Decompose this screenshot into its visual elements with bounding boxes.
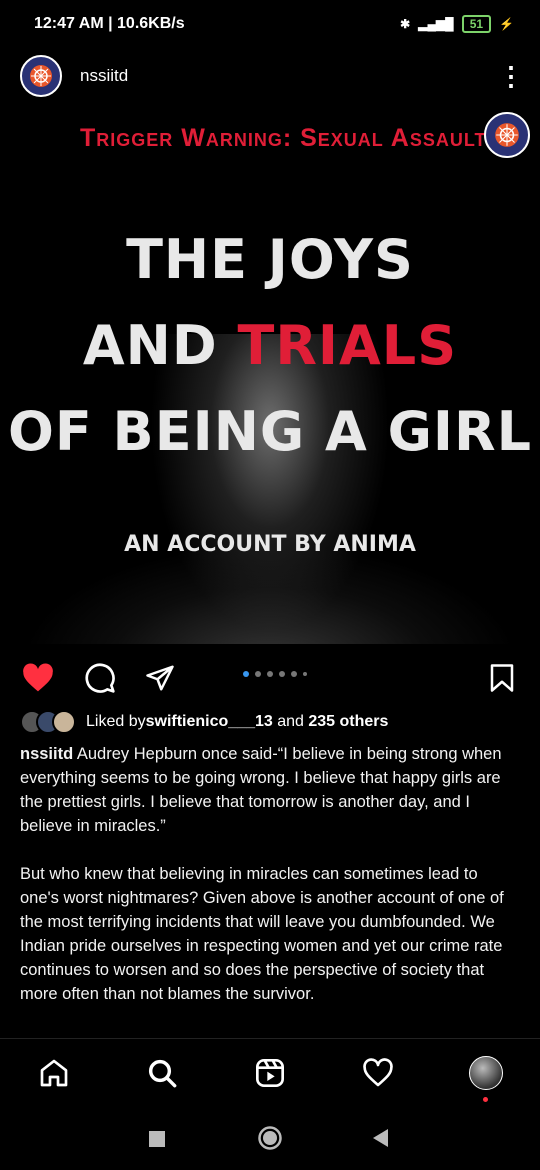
status-bar: 12:47 AM | 10.6KB/s ✱ ▂▄▆█ 51 ⚡	[0, 0, 540, 48]
more-options-icon[interactable]: ⋮	[498, 63, 524, 89]
caption-paragraph: nssiitd Audrey Hepburn once said-“I beli…	[20, 742, 520, 838]
profile-avatar	[469, 1056, 503, 1090]
likes-user[interactable]: swiftienico___13	[146, 713, 273, 731]
recents-icon[interactable]	[148, 1130, 166, 1153]
liker-avatar	[52, 710, 76, 734]
post-username[interactable]: nssiitd	[80, 66, 128, 86]
profile-tab[interactable]	[468, 1055, 504, 1091]
carousel-dot	[291, 671, 297, 677]
caption-paragraph-2: But who knew that believing in miracles …	[20, 865, 504, 1003]
share-icon[interactable]	[142, 660, 178, 696]
comment-icon[interactable]	[82, 660, 118, 696]
carousel-dot	[279, 671, 285, 677]
bookmark-icon[interactable]	[484, 660, 520, 696]
caption-username[interactable]: nssiitd	[20, 745, 73, 763]
back-icon[interactable]	[370, 1128, 390, 1153]
activity-icon[interactable]	[360, 1055, 396, 1091]
reels-icon[interactable]	[252, 1055, 288, 1091]
home-icon[interactable]	[36, 1055, 72, 1091]
carousel-dot	[267, 671, 273, 677]
carousel-dot	[303, 672, 307, 676]
headline-line3: OF BEING A GIRL	[7, 400, 533, 463]
liker-avatars	[20, 710, 76, 734]
bottom-nav	[0, 1038, 540, 1107]
shoulders-silhouette	[20, 544, 520, 644]
headline-and: AND	[82, 314, 238, 377]
headline-line2: AND TRIALS	[0, 314, 540, 377]
system-nav-bar	[0, 1106, 540, 1170]
trigger-warning: Trigger Warning: Sexual Assault	[80, 124, 487, 152]
carousel-dot	[255, 671, 261, 677]
status-icons: ✱ ▂▄▆█ 51 ⚡	[400, 15, 514, 33]
post-actions	[0, 656, 540, 700]
status-time: 12:47 AM | 10.6KB/s	[34, 15, 185, 32]
post-header: nssiitd ⋮	[0, 48, 540, 104]
bluetooth-icon: ✱	[400, 17, 411, 31]
likes-row[interactable]: Liked by swiftienico___13 and 235 others	[20, 710, 388, 734]
avatar[interactable]	[20, 55, 62, 97]
search-icon[interactable]	[144, 1055, 180, 1091]
battery-icon: 51	[461, 15, 492, 33]
headline-line1: THE JOYS	[126, 228, 414, 291]
post-caption: nssiitd Audrey Hepburn once said-“I beli…	[20, 742, 520, 1030]
post-subtitle: AN ACCOUNT BY ANIMA	[124, 532, 416, 557]
carousel-indicator	[243, 671, 307, 677]
signal-icon: ▂▄▆█	[418, 17, 454, 31]
nss-logo-icon	[30, 65, 52, 87]
likes-others[interactable]: 235 others	[308, 713, 388, 731]
corner-logo	[484, 112, 530, 158]
caption-text: Audrey Hepburn once said-“I believe in b…	[20, 745, 502, 835]
likes-middle: and	[272, 713, 309, 730]
headline-trials: TRIALS	[237, 314, 458, 377]
heart-icon[interactable]	[20, 660, 56, 696]
post-image[interactable]: Trigger Warning: Sexual Assault THE JOYS…	[0, 104, 540, 644]
likes-prefix: Liked by	[86, 713, 146, 730]
carousel-dot	[243, 671, 249, 677]
nss-logo-icon	[495, 123, 519, 147]
home-button-icon[interactable]	[257, 1125, 283, 1156]
charging-icon: ⚡	[499, 17, 514, 31]
notification-dot	[483, 1097, 488, 1102]
